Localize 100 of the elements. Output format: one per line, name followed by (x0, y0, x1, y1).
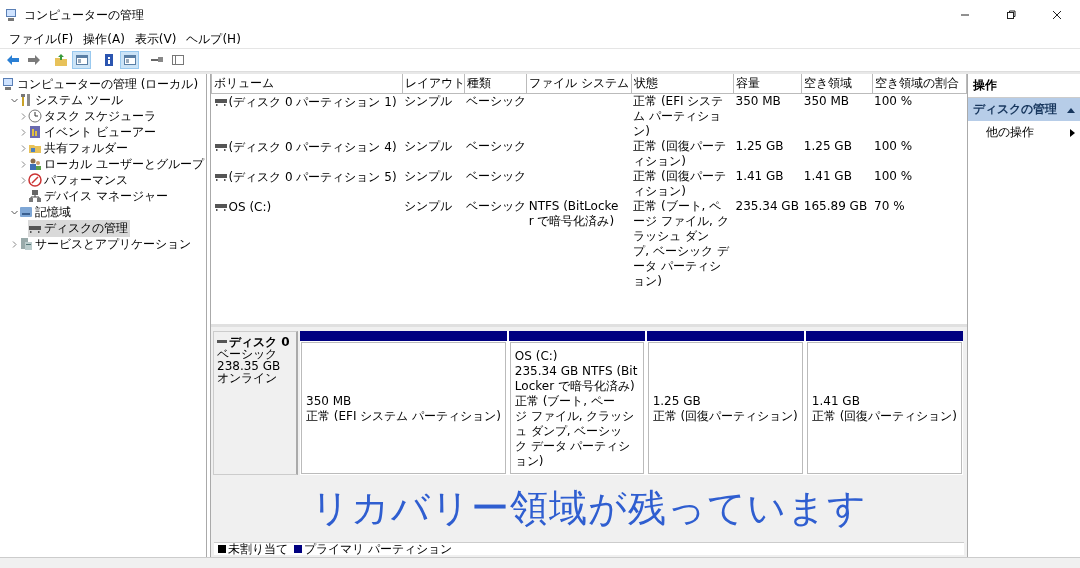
table-cell-text: シンプル (403, 169, 454, 185)
column-header[interactable]: ファイル システム (526, 74, 632, 94)
caption-text: リカバリー領域が残っています (311, 485, 867, 532)
pane-icon (74, 53, 89, 67)
partition-status: 正常 (ブート, ページ ファイル, クラッシュ ダンプ, ベーシック データ パーティション) (514, 394, 636, 469)
partition-name: OS (C:) (514, 349, 559, 364)
disk-size: 238.35 GB (217, 360, 282, 372)
tree-item[interactable]: 共有フォルダー (28, 139, 130, 157)
column-header[interactable]: 空き領域の割合 (872, 74, 967, 94)
toolbar-button[interactable] (72, 51, 91, 69)
column-header[interactable]: 空き領域 (801, 74, 873, 94)
table-cell-text: 正常 (回復パーティション) (632, 139, 727, 169)
table-cell-text: 正常 (ブート, ページ ファイル, クラッシュ ダンプ, ベーシック データ パーティション) (632, 199, 730, 289)
action-item[interactable]: 他の操作 (986, 124, 1034, 141)
table-cell-text: 正常 (回復パーティション) (632, 169, 727, 199)
table-cell-text: シンプル (403, 139, 454, 155)
table-cell: 350 MB (733, 93, 802, 139)
partition-box[interactable]: 1.41 GB 正常 (回復パーティション) (806, 342, 962, 474)
tree-item[interactable]: パフォーマンス (28, 171, 130, 189)
tree-item[interactable]: タスク スケジューラ (28, 107, 158, 125)
restore-icon (1006, 10, 1016, 20)
disk-type: ベーシック (217, 348, 278, 360)
drive-icon (217, 338, 227, 346)
submenu-arrow-icon (1070, 128, 1075, 137)
tree-item[interactable]: コンピューターの管理 (ローカル) (1, 75, 201, 93)
partition-size: 235.34 GB NTFS (BitLocker で暗号化済み) (514, 364, 639, 394)
table-cell: (ディスク 0 パーティション 1) (228, 95, 397, 109)
tree-item[interactable]: イベント ビューアー (28, 123, 158, 141)
partition-box[interactable]: OS (C:) 235.34 GB NTFS (BitLocker で暗号化済み) 正常 (ブート, ページ ファイル, クラッシュ ダンプ, ベーシック データ パーティション) (509, 342, 644, 474)
partition-box[interactable]: 1.25 GB 正常 (回復パーティション) (647, 342, 803, 474)
column-header[interactable]: 状態 (631, 74, 734, 94)
table-cell-text: ベーシック (465, 169, 527, 185)
chevron-icon[interactable] (19, 143, 28, 153)
table-cell: 350 MB (801, 93, 873, 139)
tree-item[interactable]: システム ツール (19, 91, 125, 109)
chevron-icon[interactable] (10, 239, 19, 249)
table-cell-text: ベーシック (465, 139, 527, 155)
storage-icon (19, 205, 33, 219)
partition-size: 1.41 GB (811, 394, 861, 409)
table-cell-text: シンプル (403, 199, 454, 215)
table-cell: OS (C:) (228, 200, 272, 214)
table-cell-text: 70 % (873, 199, 906, 215)
tree-item[interactable]: 記憶域 (19, 203, 73, 221)
computer-icon (4, 8, 18, 22)
partition-status: 正常 (回復パーティション) (811, 409, 957, 424)
menu-item[interactable]: 表示(V) (129, 29, 182, 49)
table-cell-text: ベーシック (465, 199, 527, 215)
table-cell-text: 100 % (873, 139, 914, 155)
table-cell-text: 1.41 GB (734, 169, 785, 185)
table-cell: (ディスク 0 パーティション 4) (228, 140, 397, 154)
table-cell: 正常 (EFI システム パーティション) (631, 93, 734, 139)
table-cell-text: 1.41 GB (802, 169, 853, 185)
pane-icon (122, 53, 137, 67)
tools-icon (19, 93, 33, 107)
column-header[interactable]: 種類 (464, 74, 527, 94)
menu-item[interactable]: 操作(A) (78, 29, 130, 49)
toolbar-button[interactable] (120, 51, 139, 69)
legend-label: 未割り当て (228, 540, 288, 558)
users-icon (28, 157, 42, 171)
legend-label: プライマリ パーティション (304, 540, 452, 558)
menu-item[interactable]: ファイル(F) (4, 29, 79, 49)
tree-item[interactable]: サービスとアプリケーション (19, 235, 193, 253)
partition-status: 正常 (EFI システム パーティション) (306, 409, 501, 424)
partition-size: 350 MB (306, 394, 353, 409)
back-icon (5, 53, 20, 67)
computer-icon (1, 77, 15, 91)
menu-item[interactable]: ヘルプ(H) (181, 29, 246, 49)
table-cell-text: 235.34 GB (734, 199, 800, 215)
partition-status: 正常 (回復パーティション) (652, 409, 798, 424)
table-cell: シンプル (402, 93, 465, 139)
tree-item[interactable]: ディスクの管理 (28, 219, 130, 237)
partition-size: 1.25 GB (652, 394, 702, 409)
column-header[interactable]: レイアウト (402, 74, 465, 94)
table-cell-text: 100 % (873, 169, 914, 185)
close-icon (1052, 10, 1062, 20)
section-label: ディスクの管理 (973, 101, 1057, 118)
table-cell: (ディスク 0 パーティション 5) (228, 170, 397, 184)
panel-icon (170, 53, 185, 67)
table-cell-text: 1.25 GB (734, 139, 785, 155)
collapse-icon[interactable] (1067, 106, 1075, 113)
column-header[interactable]: 容量 (733, 74, 802, 94)
table-cell: ベーシック (464, 93, 527, 139)
table-cell-text: 1.25 GB (802, 139, 853, 155)
partition-box[interactable]: 350 MB 正常 (EFI システム パーティション) (301, 342, 506, 474)
disk-status: オンライン (217, 372, 278, 384)
device-icon (28, 189, 42, 203)
forward-icon (26, 53, 41, 67)
chevron-icon[interactable] (19, 127, 28, 137)
chevron-icon[interactable] (19, 111, 28, 121)
window-title: コンピューターの管理 (24, 6, 144, 24)
actions-section-header[interactable]: ディスクの管理 (968, 98, 1080, 121)
table-cell-text: NTFS (BitLocker で暗号化済み) (527, 199, 620, 230)
disk-label: ディスク 0 (217, 336, 293, 348)
chevron-icon[interactable] (19, 175, 28, 185)
table-cell-text: 165.89 GB (802, 199, 869, 215)
chevron-icon[interactable] (19, 159, 28, 169)
column-header[interactable]: ボリューム (211, 74, 403, 94)
table-cell: 100 % (872, 93, 967, 139)
tree-item[interactable]: ローカル ユーザーとグループ (28, 155, 206, 173)
tree-item[interactable]: デバイス マネージャー (28, 187, 170, 205)
